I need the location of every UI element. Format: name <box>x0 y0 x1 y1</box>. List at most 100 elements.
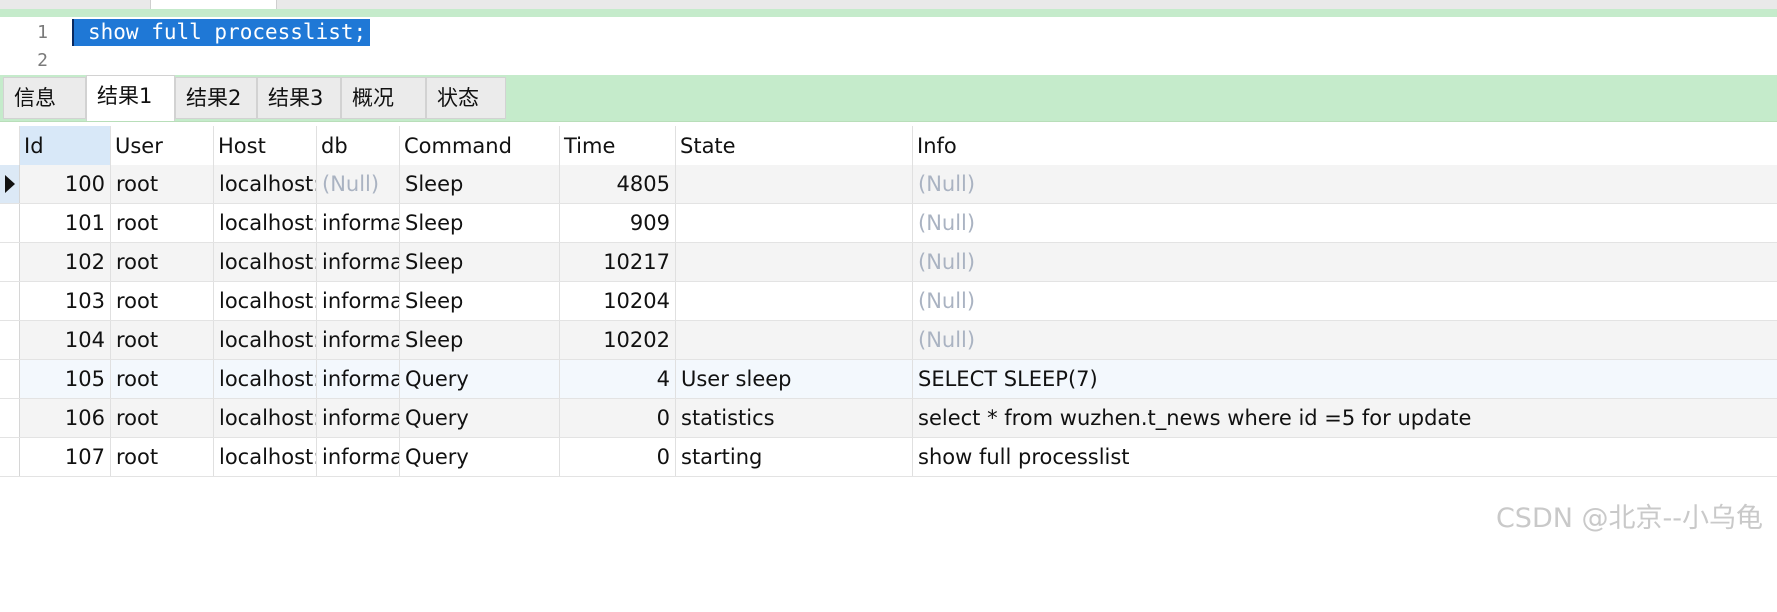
cell-command[interactable]: Sleep <box>400 282 560 320</box>
cell-time[interactable]: 4805 <box>560 165 676 203</box>
table-row[interactable]: 106 root localhost: informa Query 0 statistics… <box>0 399 1777 438</box>
cell-time[interactable]: 10217 <box>560 243 676 281</box>
cell-time[interactable]: 909 <box>560 204 676 242</box>
column-header-command[interactable]: Command <box>400 126 560 165</box>
editor-separator <box>0 9 1777 17</box>
cell-id[interactable]: 103 <box>20 282 111 320</box>
cell-info[interactable]: (Null) <box>913 165 1777 203</box>
tab-overview[interactable]: 概况 <box>341 77 426 119</box>
column-header-state[interactable]: State <box>676 126 913 165</box>
column-header-host[interactable]: Host <box>214 126 317 165</box>
tab-status[interactable]: 状态 <box>426 77 506 119</box>
row-selector[interactable] <box>0 438 20 476</box>
table-row[interactable]: 103 root localhost: informa Sleep 10204 (Null) <box>0 282 1777 321</box>
cell-id[interactable]: 107 <box>20 438 111 476</box>
tab-result-2[interactable]: 结果2 <box>175 77 257 119</box>
cell-info[interactable]: select * from wuzhen.t_news where id =5 … <box>913 399 1777 437</box>
row-selector[interactable] <box>0 243 20 281</box>
cell-user[interactable]: root <box>111 204 214 242</box>
cell-id[interactable]: 106 <box>20 399 111 437</box>
sql-editor[interactable]: 1 2 show full processlist; <box>0 17 1777 75</box>
grid-header-row: Id User Host db Command Time State Info <box>0 126 1777 166</box>
cell-host[interactable]: localhost: <box>214 360 317 398</box>
cell-host[interactable]: localhost: <box>214 282 317 320</box>
cell-user[interactable]: root <box>111 165 214 203</box>
cell-command[interactable]: Query <box>400 399 560 437</box>
cell-time[interactable]: 0 <box>560 438 676 476</box>
cell-db[interactable]: informa <box>317 438 400 476</box>
cell-host[interactable]: localhost: <box>214 243 317 281</box>
cell-id[interactable]: 105 <box>20 360 111 398</box>
row-selector[interactable] <box>0 399 20 437</box>
cell-info[interactable]: (Null) <box>913 282 1777 320</box>
query-editor-tab[interactable] <box>150 0 277 9</box>
cell-info[interactable]: show full processlist <box>913 438 1777 476</box>
cell-user[interactable]: root <box>111 399 214 437</box>
cell-db[interactable]: (Null) <box>317 165 400 203</box>
cell-host[interactable]: localhost: <box>214 399 317 437</box>
cell-state[interactable]: User sleep <box>676 360 913 398</box>
cell-state[interactable] <box>676 165 913 203</box>
cell-db[interactable]: informa <box>317 204 400 242</box>
cell-user[interactable]: root <box>111 243 214 281</box>
tab-result-1[interactable]: 结果1 <box>86 75 175 121</box>
cell-host[interactable]: localhost: <box>214 165 317 203</box>
cell-state[interactable] <box>676 243 913 281</box>
cell-id[interactable]: 101 <box>20 204 111 242</box>
row-selector[interactable] <box>0 321 20 359</box>
cell-time[interactable]: 10204 <box>560 282 676 320</box>
cell-info[interactable]: (Null) <box>913 321 1777 359</box>
cell-state[interactable] <box>676 204 913 242</box>
table-row[interactable]: 102 root localhost: informa Sleep 10217 (Null) <box>0 243 1777 282</box>
cell-info[interactable]: SELECT SLEEP(7) <box>913 360 1777 398</box>
cell-command[interactable]: Sleep <box>400 165 560 203</box>
cell-user[interactable]: root <box>111 438 214 476</box>
table-row[interactable]: 101 root localhost: informa Sleep 909 (Null) <box>0 204 1777 243</box>
result-tabs-bar: 信息 结果1 结果2 结果3 概况 状态 <box>0 75 1777 122</box>
cell-db[interactable]: informa <box>317 243 400 281</box>
selected-sql-text[interactable]: show full processlist; <box>72 19 371 46</box>
cell-id[interactable]: 104 <box>20 321 111 359</box>
cell-db[interactable]: informa <box>317 321 400 359</box>
column-header-user[interactable]: User <box>111 126 214 165</box>
cell-command[interactable]: Sleep <box>400 243 560 281</box>
cell-time[interactable]: 10202 <box>560 321 676 359</box>
cell-db[interactable]: informa <box>317 282 400 320</box>
row-selector[interactable] <box>0 360 20 398</box>
table-row[interactable]: 107 root localhost: informa Query 0 starting sh… <box>0 438 1777 477</box>
cell-id[interactable]: 102 <box>20 243 111 281</box>
cell-command[interactable]: Query <box>400 438 560 476</box>
table-row[interactable]: 104 root localhost: informa Sleep 10202 (Null) <box>0 321 1777 360</box>
column-header-info[interactable]: Info <box>913 126 1777 165</box>
cell-state[interactable]: statistics <box>676 399 913 437</box>
cell-db[interactable]: informa <box>317 399 400 437</box>
table-row[interactable]: 105 root localhost: informa Query 4 User sleep… <box>0 360 1777 399</box>
cell-db[interactable]: informa <box>317 360 400 398</box>
cell-command[interactable]: Sleep <box>400 321 560 359</box>
column-header-db[interactable]: db <box>317 126 400 165</box>
cell-time[interactable]: 0 <box>560 399 676 437</box>
tab-result-3[interactable]: 结果3 <box>257 77 341 119</box>
cell-command[interactable]: Sleep <box>400 204 560 242</box>
cell-state[interactable] <box>676 321 913 359</box>
tab-info[interactable]: 信息 <box>3 77 86 119</box>
cell-user[interactable]: root <box>111 360 214 398</box>
cell-command[interactable]: Query <box>400 360 560 398</box>
cell-host[interactable]: localhost: <box>214 204 317 242</box>
row-selector[interactable] <box>0 204 20 242</box>
table-row[interactable]: 100 root localhost: (Null) Sleep 4805 (Null) <box>0 165 1777 204</box>
cell-id[interactable]: 100 <box>20 165 111 203</box>
cell-host[interactable]: localhost: <box>214 321 317 359</box>
cell-time[interactable]: 4 <box>560 360 676 398</box>
cell-host[interactable]: localhost: <box>214 438 317 476</box>
cell-user[interactable]: root <box>111 321 214 359</box>
cell-info[interactable]: (Null) <box>913 243 1777 281</box>
row-selector[interactable] <box>0 282 20 320</box>
cell-state[interactable] <box>676 282 913 320</box>
cell-info[interactable]: (Null) <box>913 204 1777 242</box>
column-header-id[interactable]: Id <box>20 126 111 165</box>
cell-state[interactable]: starting <box>676 438 913 476</box>
cell-user[interactable]: root <box>111 282 214 320</box>
row-selector[interactable] <box>0 165 20 203</box>
column-header-time[interactable]: Time <box>560 126 676 165</box>
